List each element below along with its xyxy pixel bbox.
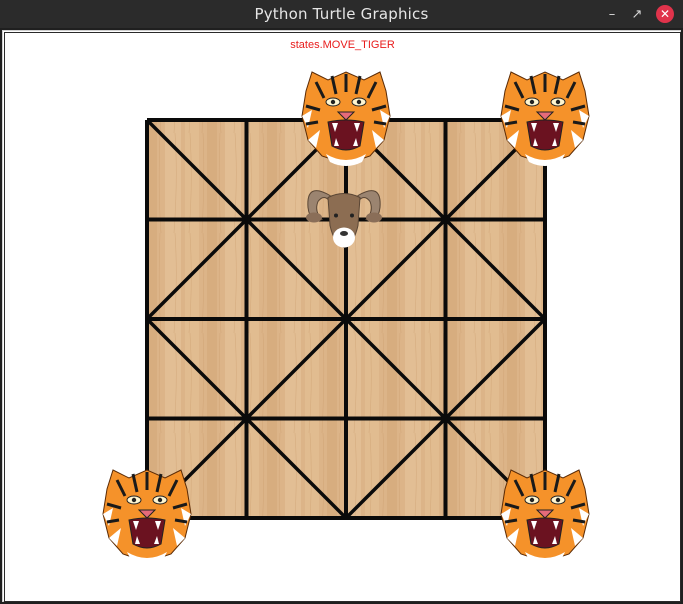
close-icon[interactable]: ✕ bbox=[656, 5, 674, 23]
minimize-icon[interactable]: – bbox=[603, 5, 621, 23]
game-board[interactable] bbox=[5, 33, 680, 601]
turtle-canvas[interactable]: states.MOVE_TIGER bbox=[4, 32, 681, 602]
tiger-icon[interactable] bbox=[500, 469, 590, 564]
window-title: Python Turtle Graphics bbox=[254, 5, 429, 23]
restore-icon[interactable]: ↗ bbox=[628, 5, 646, 23]
turtle-window-frame: states.MOVE_TIGER bbox=[2, 30, 681, 602]
tiger-icon[interactable] bbox=[102, 469, 192, 564]
window-titlebar: Python Turtle Graphics – ↗ ✕ bbox=[0, 0, 683, 28]
